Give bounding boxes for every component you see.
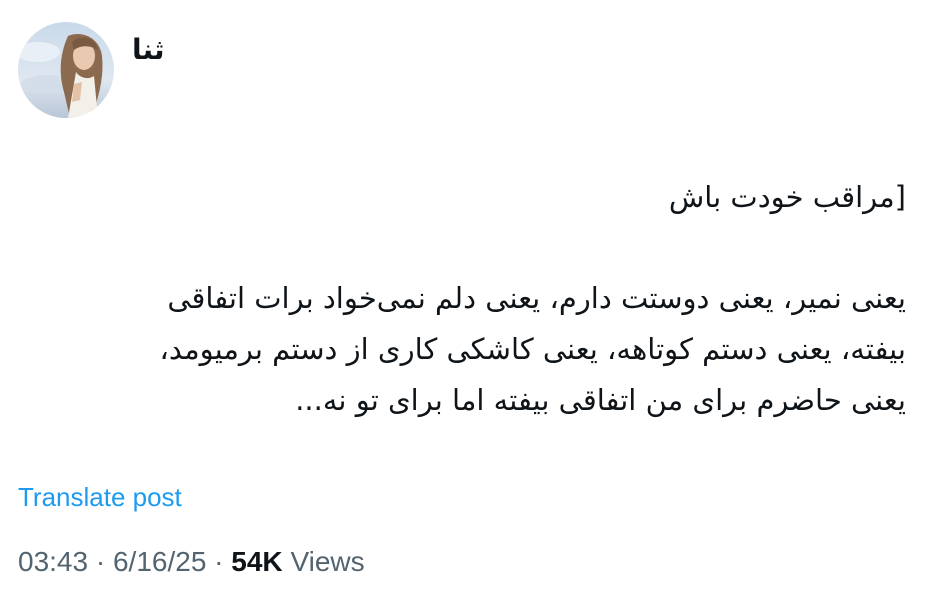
post-title-line: [مراقب خودت باش	[668, 180, 906, 214]
translate-post-link[interactable]: Translate post	[18, 478, 182, 516]
post-text: [مراقب خودت باش یعنی نمیر، یعنی دوستت دا…	[40, 172, 907, 426]
views-count[interactable]: 54K	[231, 546, 282, 577]
views-label: Views	[290, 546, 365, 577]
post-meta: 03:43 · 6/16/25 · 54K Views	[18, 542, 365, 582]
post-body-line-2: بیفته، یعنی دستم کوتاهه، یعنی کاشکی کاری…	[159, 332, 907, 366]
post-body-line-1: یعنی نمیر، یعنی دوستت دارم، یعنی دلم نمی…	[167, 281, 906, 315]
post-body-line-3: یعنی حاضرم برای من اتفاقی بیفته اما برای…	[295, 383, 906, 417]
author-display-name[interactable]: ثنا	[132, 32, 164, 68]
avatar[interactable]	[18, 22, 114, 118]
meta-separator: ·	[214, 546, 224, 577]
post-date[interactable]: 6/16/25	[113, 546, 206, 577]
avatar-photo	[18, 22, 114, 118]
post-time[interactable]: 03:43	[18, 546, 88, 577]
meta-separator: ·	[95, 546, 106, 577]
